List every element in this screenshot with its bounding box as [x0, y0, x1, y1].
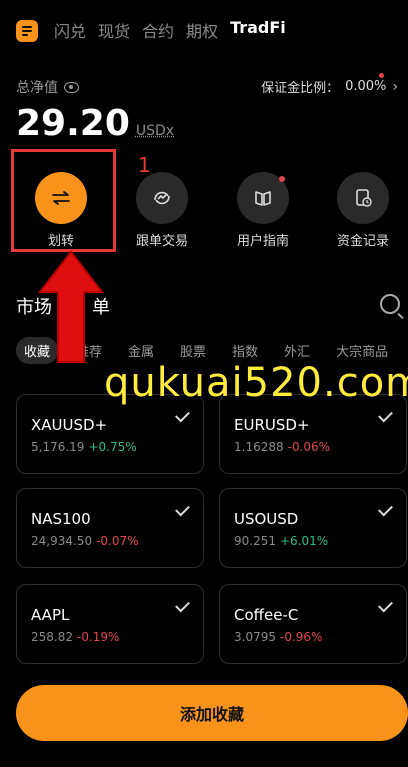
market-symbol: Coffee-C — [234, 606, 299, 624]
check-icon[interactable] — [378, 407, 393, 423]
market-symbol: XAUUSD+ — [31, 416, 108, 434]
guide-book-icon — [237, 172, 289, 224]
annotation-step-number: 1 — [138, 153, 151, 177]
net-value-label: 总净值 — [16, 77, 79, 97]
margin-ratio-value: 0.00% — [345, 79, 387, 94]
fund-record-label: 资金记录 — [336, 234, 389, 249]
market-card-eurusd[interactable]: EURUSD+ 1.16288 -0.06% — [219, 394, 407, 474]
user-guide-button[interactable]: 用户指南 — [218, 172, 308, 249]
eye-icon[interactable] — [64, 81, 79, 93]
add-favorite-button[interactable]: 添加收藏 — [16, 685, 408, 741]
tab-swap[interactable]: 闪兑 — [54, 18, 86, 42]
market-card-aapl[interactable]: AAPL 258.82 -0.19% — [16, 584, 204, 664]
fund-record-icon — [337, 172, 389, 224]
market-change: +0.75% — [88, 440, 137, 454]
net-value-text: 总净值 — [16, 80, 58, 96]
market-price-change: 1.16288 -0.06% — [234, 440, 330, 454]
annotation-arrow-icon — [38, 250, 104, 363]
tab-options[interactable]: 期权 — [186, 18, 218, 42]
market-change: -0.07% — [96, 534, 139, 548]
check-icon[interactable] — [378, 501, 393, 517]
watermark: qukuai520.com — [104, 360, 408, 406]
market-price: 1.16288 — [234, 440, 284, 454]
market-price-change: 3.0795 -0.96% — [234, 630, 322, 644]
chevron-right-icon: › — [392, 78, 398, 95]
market-price: 5,176.19 — [31, 440, 85, 454]
balance-unit[interactable]: USDx — [136, 123, 174, 139]
tab-spot[interactable]: 现货 — [98, 18, 130, 42]
market-change: +6.01% — [280, 534, 329, 548]
app-logo[interactable] — [16, 20, 38, 42]
copy-trade-button[interactable]: 跟单交易 — [117, 172, 207, 249]
user-guide-label: 用户指南 — [236, 234, 289, 249]
check-icon[interactable] — [175, 501, 190, 517]
market-change: -0.19% — [77, 630, 120, 644]
notification-dot — [379, 73, 384, 78]
market-price-change: 258.82 -0.19% — [31, 630, 119, 644]
copy-trade-icon — [136, 172, 188, 224]
tab-tradfi[interactable]: TradFi — [230, 18, 286, 42]
tab-futures[interactable]: 合约 — [142, 18, 174, 42]
market-change: -0.96% — [280, 630, 323, 644]
market-change: -0.06% — [287, 440, 331, 454]
market-card-coffee[interactable]: Coffee-C 3.0795 -0.96% — [219, 584, 407, 664]
market-price: 3.0795 — [234, 630, 276, 644]
market-price: 258.82 — [31, 630, 73, 644]
market-symbol: AAPL — [31, 606, 70, 624]
margin-ratio-label: 保证金比例： — [261, 81, 340, 96]
balance: 29.20 USDx — [16, 103, 174, 144]
market-symbol: EURUSD+ — [234, 416, 310, 434]
market-price-change: 24,934.50 -0.07% — [31, 534, 139, 548]
copy-trade-label: 跟单交易 — [135, 234, 188, 249]
market-price: 24,934.50 — [31, 534, 93, 548]
fund-record-button[interactable]: 资金记录 — [318, 172, 408, 249]
notification-dot — [279, 176, 285, 182]
check-icon[interactable] — [175, 597, 190, 613]
market-card-nas100[interactable]: NAS100 24,934.50 -0.07% — [16, 488, 204, 568]
check-icon[interactable] — [175, 407, 190, 423]
market-card-xauusd[interactable]: XAUUSD+ 5,176.19 +0.75% — [16, 394, 204, 474]
market-price-change: 5,176.19 +0.75% — [31, 440, 137, 454]
balance-amount: 29.20 — [16, 103, 130, 144]
market-price: 90.251 — [234, 534, 276, 548]
check-icon[interactable] — [378, 597, 393, 613]
market-symbol: USOUSD — [234, 510, 299, 528]
top-tabs: 闪兑 现货 合约 期权 TradFi — [54, 18, 286, 42]
search-icon[interactable] — [380, 294, 400, 314]
market-symbol: NAS100 — [31, 510, 91, 528]
margin-ratio[interactable]: 保证金比例： 0.00% › — [261, 73, 398, 96]
market-card-usousd[interactable]: USOUSD 90.251 +6.01% — [219, 488, 407, 568]
annotation-highlight-box — [11, 149, 116, 252]
market-price-change: 90.251 +6.01% — [234, 534, 328, 548]
